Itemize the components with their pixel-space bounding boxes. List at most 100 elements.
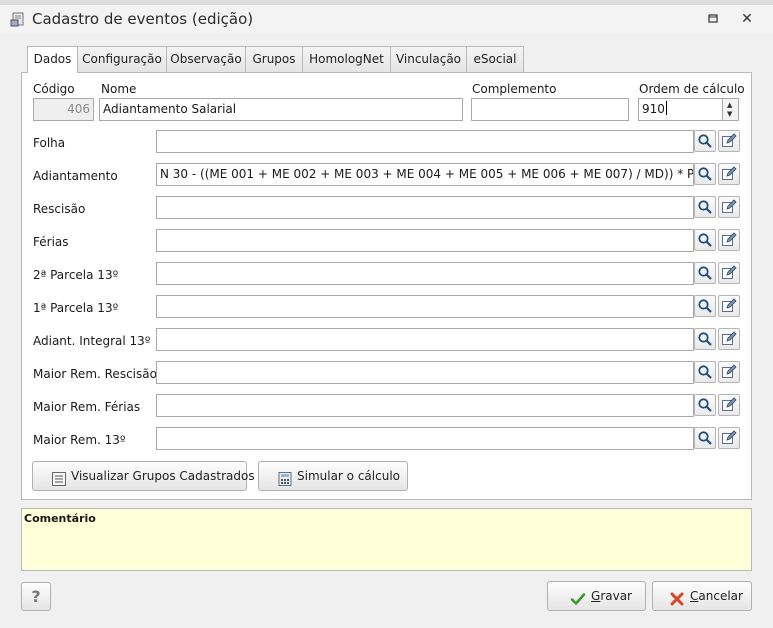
tab-grupos[interactable]: Grupos <box>245 46 303 72</box>
search-icon <box>698 167 712 181</box>
adiantamento-edit-button[interactable] <box>718 163 740 185</box>
tab-observacao[interactable]: Observação <box>166 46 246 72</box>
search-icon <box>698 365 712 379</box>
dados-panel: Código Nome Complemento Ordem de cálculo… <box>21 72 752 500</box>
spin-down-icon[interactable]: ▼ <box>727 110 732 118</box>
edit-icon <box>722 298 737 312</box>
folha-field[interactable] <box>156 130 694 153</box>
ordem-calculo-field[interactable]: 910 <box>638 98 723 121</box>
edit-icon <box>722 199 737 213</box>
cancelar-label-rest: ancelar <box>698 589 743 603</box>
tab-vinculacao[interactable]: Vinculação <box>390 46 467 72</box>
adiantamento-label: Adiantamento <box>33 169 118 183</box>
help-button[interactable]: ? <box>21 582 51 611</box>
ferias-edit-button[interactable] <box>718 229 740 251</box>
search-icon <box>698 134 712 148</box>
edit-icon <box>722 232 737 246</box>
comment-area[interactable]: Comentário <box>21 508 752 571</box>
maior-rem-13-label: Maior Rem. 13º <box>33 433 126 447</box>
list-icon <box>51 469 67 497</box>
ferias-label: Férias <box>33 235 69 249</box>
edit-icon <box>722 397 737 411</box>
app-icon <box>10 11 26 27</box>
simular-calculo-label: Simular o cálculo <box>297 469 401 483</box>
ordem-spinner[interactable]: ▲ ▼ <box>723 98 739 121</box>
rescisao-search-button[interactable] <box>694 196 716 218</box>
check-icon <box>570 589 586 617</box>
rescisao-field[interactable] <box>156 196 694 219</box>
edit-icon <box>722 364 737 378</box>
maior-rem-rescisao-edit-button[interactable] <box>718 361 740 383</box>
search-icon <box>698 200 712 214</box>
search-icon <box>698 233 712 247</box>
codigo-label: Código <box>33 82 75 96</box>
segunda-parcela-13-search-button[interactable] <box>694 262 716 284</box>
folha-search-button[interactable] <box>694 130 716 152</box>
ferias-search-button[interactable] <box>694 229 716 251</box>
visualizar-grupos-label: Visualizar Grupos Cadastrados <box>71 469 255 483</box>
maior-rem-ferias-edit-button[interactable] <box>718 394 740 416</box>
gravar-mnemonic: G <box>591 589 601 603</box>
complemento-field[interactable] <box>471 98 629 121</box>
ordem-calculo-value: 910 <box>642 102 665 116</box>
maior-rem-ferias-label: Maior Rem. Férias <box>33 400 141 414</box>
maior-rem-ferias-field[interactable] <box>156 394 694 417</box>
primeira-parcela-13-search-button[interactable] <box>694 295 716 317</box>
maior-rem-13-field[interactable] <box>156 427 694 450</box>
rescisao-edit-button[interactable] <box>718 196 740 218</box>
maior-rem-rescisao-label: Maior Rem. Rescisão <box>33 367 157 381</box>
search-icon <box>698 266 712 280</box>
complemento-label: Complemento <box>472 82 557 96</box>
adiantamento-field[interactable]: N 30 - ((ME 001 + ME 002 + ME 003 + ME 0… <box>156 163 694 186</box>
edit-icon <box>722 133 737 147</box>
spin-up-icon[interactable]: ▲ <box>727 101 732 109</box>
cancelar-button[interactable]: Cancelar <box>652 581 752 611</box>
tab-dados[interactable]: Dados <box>27 46 78 73</box>
tab-homolognet[interactable]: HomologNet <box>302 46 391 72</box>
visualizar-grupos-button[interactable]: Visualizar Grupos Cadastrados <box>32 461 255 491</box>
maior-rem-13-edit-button[interactable] <box>718 427 740 449</box>
ordem-calculo-label: Ordem de cálculo <box>639 82 745 96</box>
search-icon <box>698 431 712 445</box>
edit-icon <box>722 166 737 180</box>
maior-rem-ferias-search-button[interactable] <box>694 394 716 416</box>
adiant-integral-13-label: Adiant. Integral 13º <box>33 334 151 348</box>
folha-label: Folha <box>33 136 66 150</box>
adiant-integral-13-field[interactable] <box>156 328 694 351</box>
folha-edit-button[interactable] <box>718 130 740 152</box>
segunda-parcela-13-edit-button[interactable] <box>718 262 740 284</box>
adiant-integral-13-edit-button[interactable] <box>718 328 740 350</box>
nome-field[interactable]: Adiantamento Salarial <box>99 98 463 121</box>
title-bar: Cadastro de eventos (edição) ✕ <box>0 5 773 33</box>
simular-calculo-button[interactable]: Simular o cálculo <box>258 461 408 491</box>
gravar-label: Gravar <box>591 582 632 610</box>
primeira-parcela-13-field[interactable] <box>156 295 694 318</box>
cancel-x-icon <box>669 589 685 617</box>
gravar-button[interactable]: Gravar <box>547 581 646 611</box>
codigo-field: 406 <box>33 98 94 121</box>
tab-configuracao[interactable]: Configuração <box>77 46 167 72</box>
segunda-parcela-13-label: 2ª Parcela 13º <box>33 268 119 282</box>
close-icon[interactable]: ✕ <box>740 12 754 26</box>
text-caret <box>665 101 667 115</box>
edit-icon <box>722 430 737 444</box>
window-title: Cadastro de eventos (edição) <box>32 10 254 28</box>
rescisao-label: Rescisão <box>33 202 86 216</box>
gravar-label-rest: ravar <box>600 589 632 603</box>
tab-esocial[interactable]: eSocial <box>466 46 524 72</box>
search-icon <box>698 332 712 346</box>
edit-icon <box>722 265 737 279</box>
edit-icon <box>722 331 737 345</box>
primeira-parcela-13-edit-button[interactable] <box>718 295 740 317</box>
search-icon <box>698 398 712 412</box>
comment-label: Comentário <box>24 512 96 525</box>
maior-rem-13-search-button[interactable] <box>694 427 716 449</box>
segunda-parcela-13-field[interactable] <box>156 262 694 285</box>
adiantamento-search-button[interactable] <box>694 163 716 185</box>
restore-icon[interactable] <box>706 13 720 25</box>
ferias-field[interactable] <box>156 229 694 252</box>
maior-rem-rescisao-search-button[interactable] <box>694 361 716 383</box>
adiant-integral-13-search-button[interactable] <box>694 328 716 350</box>
primeira-parcela-13-label: 1ª Parcela 13º <box>33 301 119 315</box>
maior-rem-rescisao-field[interactable] <box>156 361 694 384</box>
